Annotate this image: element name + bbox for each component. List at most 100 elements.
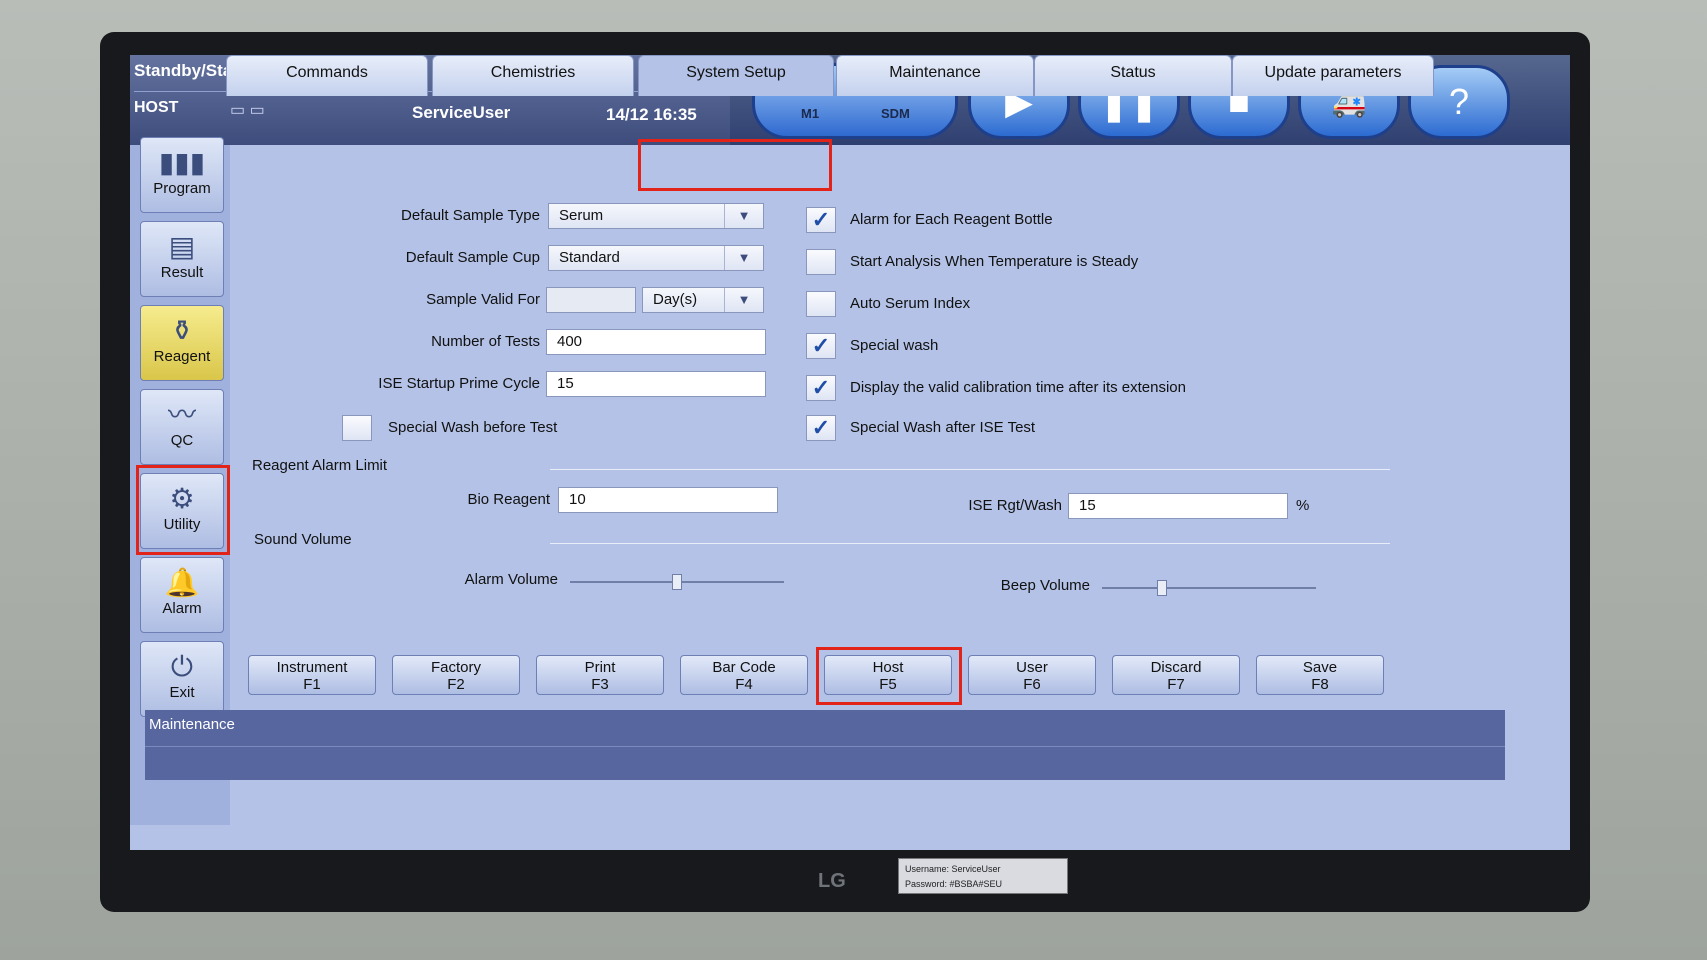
num-tests-input[interactable]: 400 <box>546 329 766 355</box>
display-calibration-checkbox[interactable]: ✓ <box>806 375 836 401</box>
chevron-down-icon: ▼ <box>724 204 763 228</box>
fbutton-key: F7 <box>1167 676 1185 693</box>
fbutton-label: Factory <box>430 659 481 676</box>
tab-update-parameters[interactable]: Update parameters <box>1232 55 1434 96</box>
sample-cup-value: Standard <box>559 249 620 266</box>
beep-volume-slider[interactable] <box>1102 587 1316 589</box>
temperature-steady-label: Start Analysis When Temperature is Stead… <box>850 253 1139 270</box>
module-m1-label: M1 <box>801 106 820 121</box>
ise-rgt-wash-label: ISE Rgt/Wash <box>968 497 1062 514</box>
factory-f2-button[interactable]: Factory F2 <box>392 655 520 695</box>
bio-reagent-input[interactable]: 10 <box>558 487 778 513</box>
special-wash-before-checkbox[interactable] <box>342 415 372 441</box>
sidebar-item-qc[interactable]: 〰 QC <box>140 389 224 465</box>
fbutton-label: Discard <box>1150 659 1202 676</box>
auto-serum-index-checkbox[interactable] <box>806 291 836 317</box>
chart-icon: 〰 <box>167 399 196 430</box>
fbutton-label: User <box>1016 659 1048 676</box>
fbutton-key: F2 <box>447 676 465 693</box>
monitor-logo: LG <box>818 870 846 892</box>
host-f5-button[interactable]: Host F5 <box>824 655 952 695</box>
valid-for-input[interactable] <box>546 287 636 313</box>
temperature-steady-checkbox[interactable] <box>806 249 836 275</box>
reagent-alarm-heading: Reagent Alarm Limit <box>252 457 388 474</box>
sidebar-item-label: Program <box>153 180 211 197</box>
beep-volume-label: Beep Volume <box>1000 577 1090 594</box>
fbutton-key: F3 <box>591 676 609 693</box>
sticker-username: Username: ServiceUser <box>905 864 1001 874</box>
application-screen: Standby/Standby HOST ▭ ▭ ServiceUser 14/… <box>130 55 1570 850</box>
status-bar-text: Maintenance <box>149 716 235 733</box>
special-wash-before-label: Special Wash before Test <box>388 419 558 436</box>
special-wash-label: Special wash <box>850 337 939 354</box>
power-icon: ⏻ <box>170 651 194 682</box>
host-connection-icon: ▭ ▭ <box>230 102 265 119</box>
header-divider <box>134 91 724 92</box>
tab-commands[interactable]: Commands <box>226 55 428 96</box>
sidebar-item-exit[interactable]: ⏻ Exit <box>140 641 224 717</box>
sample-type-select[interactable]: Serum ▼ <box>548 203 764 229</box>
tab-chemistries[interactable]: Chemistries <box>432 55 634 96</box>
barcode-f4-button[interactable]: Bar Code F4 <box>680 655 808 695</box>
sample-cup-select[interactable]: Standard ▼ <box>548 245 764 271</box>
valid-for-unit-select[interactable]: Day(s) ▼ <box>642 287 764 313</box>
help-icon: ? <box>1448 81 1470 122</box>
save-f8-button[interactable]: Save F8 <box>1256 655 1384 695</box>
beep-volume-handle[interactable] <box>1156 580 1167 596</box>
print-f3-button[interactable]: Print F3 <box>536 655 664 695</box>
checkmark-icon: ✓ <box>811 207 831 232</box>
instrument-f1-button[interactable]: Instrument F1 <box>248 655 376 695</box>
credentials-sticker: Username: ServiceUser Password: #BSBA#SE… <box>898 858 1068 894</box>
status-bar-divider <box>145 746 1505 747</box>
tab-maintenance[interactable]: Maintenance <box>836 55 1034 96</box>
utility-icon: ⚙ <box>169 483 195 514</box>
current-user: ServiceUser <box>412 103 511 122</box>
chevron-down-icon: ▼ <box>724 288 763 312</box>
wash-after-ise-checkbox[interactable]: ✓ <box>806 415 836 441</box>
sound-volume-divider <box>550 543 1390 544</box>
reagent-alarm-divider <box>550 469 1390 470</box>
sidebar-item-label: Utility <box>163 516 201 533</box>
discard-f7-button[interactable]: Discard F7 <box>1112 655 1240 695</box>
bio-reagent-label: Bio Reagent <box>467 491 550 508</box>
tab-status[interactable]: Status <box>1034 55 1232 96</box>
ise-prime-input[interactable]: 15 <box>546 371 766 397</box>
sidebar-item-utility[interactable]: ⚙ Utility <box>140 473 224 549</box>
ise-rgt-wash-input[interactable]: 15 <box>1068 493 1288 519</box>
bottles-icon: ⚱ <box>170 315 194 346</box>
special-wash-checkbox[interactable]: ✓ <box>806 333 836 359</box>
sidebar-item-program[interactable]: ▮▮▮ Program <box>140 137 224 213</box>
fbutton-label: Host <box>872 659 904 676</box>
alarm-each-bottle-checkbox[interactable]: ✓ <box>806 207 836 233</box>
sample-type-value: Serum <box>559 207 604 224</box>
sticker-password: Password: #BSBA#SEU <box>905 879 1003 889</box>
sidebar-item-label: Exit <box>169 684 195 701</box>
system-setup-highlight <box>638 139 832 191</box>
valid-for-unit-value: Day(s) <box>653 291 698 308</box>
fbutton-key: F5 <box>879 676 897 693</box>
user-f6-button[interactable]: User F6 <box>968 655 1096 695</box>
fbutton-label: Print <box>584 659 616 676</box>
fbutton-key: F4 <box>735 676 753 693</box>
datetime: 14/12 16:35 <box>606 105 697 124</box>
valid-for-label: Sample Valid For <box>426 291 540 308</box>
alarm-volume-handle[interactable] <box>672 574 682 590</box>
wash-after-ise-label: Special Wash after ISE Test <box>850 419 1036 436</box>
sidebar-item-label: Reagent <box>153 348 211 365</box>
sidebar-item-alarm[interactable]: 🔔 Alarm <box>140 557 224 633</box>
fbutton-label: Bar Code <box>712 659 776 676</box>
fbutton-key: F8 <box>1311 676 1329 693</box>
tab-system-setup[interactable]: System Setup <box>638 55 834 96</box>
sidebar-item-label: Result <box>160 264 204 281</box>
bell-icon: 🔔 <box>164 567 200 598</box>
table-icon: ▤ <box>168 231 196 262</box>
fbutton-label: Instrument <box>276 659 348 676</box>
sample-type-label: Default Sample Type <box>401 207 540 224</box>
alarm-each-bottle-label: Alarm for Each Reagent Bottle <box>850 211 1053 228</box>
chevron-down-icon: ▼ <box>724 246 763 270</box>
auto-serum-index-label: Auto Serum Index <box>850 295 971 312</box>
sidebar-item-result[interactable]: ▤ Result <box>140 221 224 297</box>
host-label: HOST <box>134 99 179 116</box>
display-calibration-label: Display the valid calibration time after… <box>850 379 1186 396</box>
sidebar-item-reagent[interactable]: ⚱ Reagent <box>140 305 224 381</box>
